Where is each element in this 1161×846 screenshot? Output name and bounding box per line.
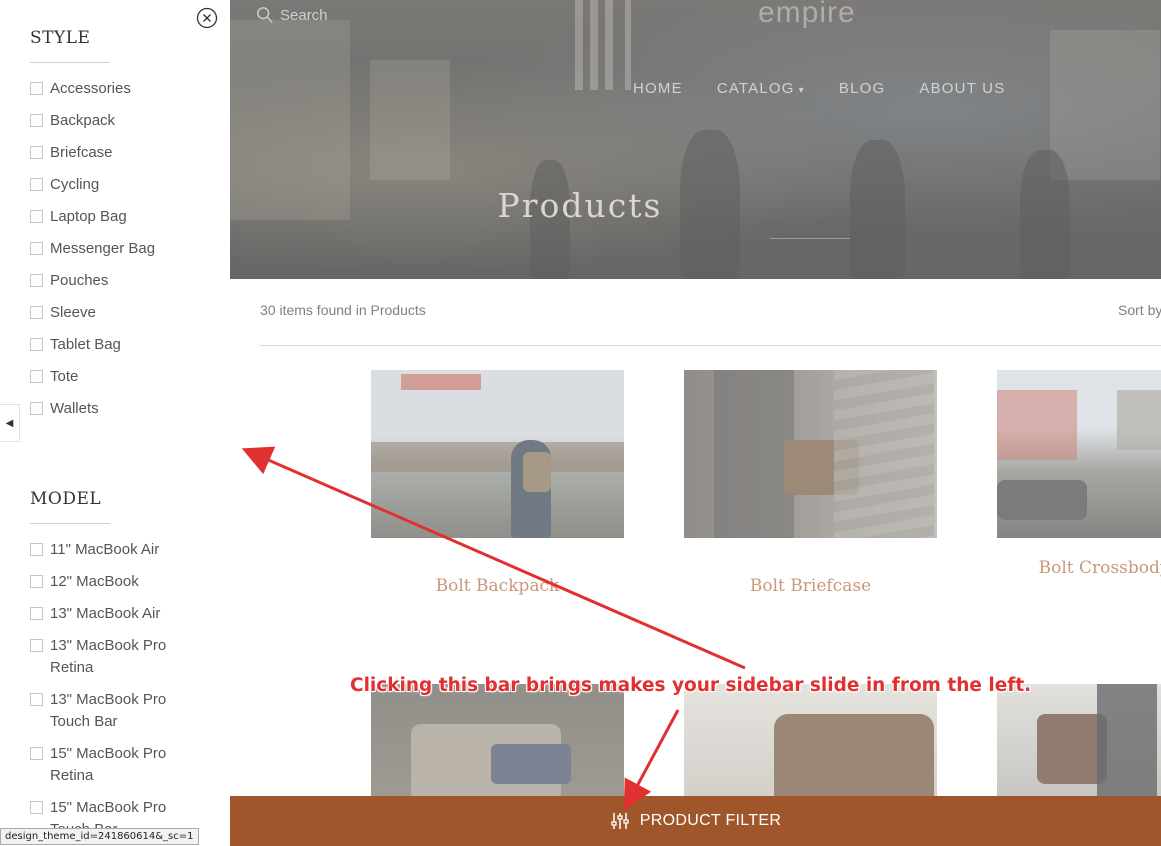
- checkbox[interactable]: [30, 82, 43, 95]
- filter-option-label: Tote: [50, 368, 79, 385]
- main-nav: HOME CATALOG ▾ BLOG ABOUT US: [633, 80, 1005, 97]
- nav-blog[interactable]: BLOG: [839, 80, 885, 97]
- checkbox[interactable]: [30, 146, 43, 159]
- filter-option-13-macbook-air[interactable]: 13" MacBook Air: [30, 603, 190, 625]
- nav-catalog-label: CATALOG: [716, 80, 795, 97]
- product-name[interactable]: Bolt Crossbody Bag: [997, 558, 1161, 579]
- checkbox[interactable]: [30, 338, 43, 351]
- filter-option-label: Wallets: [50, 400, 99, 417]
- search-icon: [257, 7, 273, 23]
- checkbox[interactable]: [30, 178, 43, 191]
- main-page: Search empire HOME CATALOG ▾ BLOG ABOUT U…: [230, 0, 1161, 846]
- product-image[interactable]: [684, 370, 937, 538]
- hero-banner: Search empire HOME CATALOG ▾ BLOG ABOUT U…: [230, 0, 1161, 279]
- checkbox[interactable]: [30, 210, 43, 223]
- filter-option-briefcase[interactable]: Briefcase: [30, 142, 190, 164]
- checkbox[interactable]: [30, 575, 43, 588]
- filter-option-tablet-bag[interactable]: Tablet Bag: [30, 334, 190, 356]
- filter-option-label: 15" MacBook Pro Retina: [50, 745, 167, 784]
- checkbox[interactable]: [30, 693, 43, 706]
- filter-option-15-macbook-pro-retina[interactable]: 15" MacBook Pro Retina: [30, 743, 190, 787]
- filter-option-label: Cycling: [50, 176, 100, 193]
- filter-option-label: 13" MacBook Air: [50, 605, 161, 622]
- checkbox[interactable]: [30, 242, 43, 255]
- sliders-icon: [611, 813, 629, 829]
- annotation-text: Clicking this bar brings makes your side…: [350, 675, 1032, 696]
- close-circle-icon[interactable]: [196, 7, 218, 29]
- nav-catalog[interactable]: CATALOG ▾: [717, 80, 805, 97]
- chevron-down-icon: ▾: [798, 85, 805, 96]
- status-url-tooltip: design_theme_id=241860614&_sc=1: [0, 828, 199, 845]
- checkbox[interactable]: [30, 274, 43, 287]
- filter-group-divider: [30, 523, 110, 524]
- product-card[interactable]: Bolt Backpack: [371, 370, 624, 596]
- checkbox[interactable]: [30, 801, 43, 814]
- filter-option-label: 13" MacBook Pro Touch Bar: [50, 691, 167, 730]
- filter-option-label: Tablet Bag: [50, 336, 121, 353]
- results-count: 30 items found in Products: [260, 302, 426, 318]
- filter-option-label: 11" MacBook Air: [50, 541, 160, 558]
- checkbox[interactable]: [30, 543, 43, 556]
- filter-sidebar: STYLE Accessories Backpack Briefcase Cyc…: [0, 0, 230, 846]
- filter-option-label: 12" MacBook: [50, 573, 139, 590]
- filter-option-cycling[interactable]: Cycling: [30, 174, 190, 196]
- filter-option-pouches[interactable]: Pouches: [30, 270, 190, 292]
- filter-option-label: 13" MacBook Pro Retina: [50, 637, 167, 676]
- checkbox[interactable]: [30, 306, 43, 319]
- filter-option-label: Accessories: [50, 80, 131, 97]
- product-filter-bar[interactable]: PRODUCT FILTER: [230, 796, 1161, 846]
- filter-option-messenger-bag[interactable]: Messenger Bag: [30, 238, 190, 260]
- checkbox[interactable]: [30, 370, 43, 383]
- nav-home[interactable]: HOME: [633, 80, 683, 97]
- search-label: Search: [280, 6, 328, 24]
- checkbox[interactable]: [30, 402, 43, 415]
- filter-option-sleeve[interactable]: Sleeve: [30, 302, 190, 324]
- product-card[interactable]: Bolt Crossbody Bag: [997, 370, 1161, 578]
- product-image[interactable]: [997, 370, 1161, 538]
- product-filter-label: PRODUCT FILTER: [639, 812, 782, 829]
- filter-option-11-macbook-air[interactable]: 11" MacBook Air: [30, 539, 190, 561]
- product-name[interactable]: Bolt Backpack: [371, 576, 624, 597]
- sort-dropdown[interactable]: Sort by: [1118, 302, 1161, 318]
- caret-left-icon: ◀: [5, 417, 14, 429]
- filter-option-12-macbook[interactable]: 12" MacBook: [30, 571, 190, 593]
- filter-option-tote[interactable]: Tote: [30, 366, 190, 388]
- filter-option-backpack[interactable]: Backpack: [30, 110, 190, 132]
- checkbox[interactable]: [30, 607, 43, 620]
- filter-group-title-model: MODEL: [30, 489, 102, 509]
- filter-option-label: Messenger Bag: [50, 240, 156, 257]
- product-name[interactable]: Bolt Briefcase: [684, 576, 937, 597]
- filter-group-divider: [30, 62, 110, 63]
- filter-group-title-style: STYLE: [30, 28, 91, 48]
- site-logo[interactable]: empire: [758, 0, 856, 30]
- sidebar-toggle-tab[interactable]: ◀: [0, 404, 20, 442]
- filter-option-label: Backpack: [50, 112, 116, 129]
- filter-option-accessories[interactable]: Accessories: [30, 78, 190, 100]
- filter-option-13-macbook-pro-touch-bar[interactable]: 13" MacBook Pro Touch Bar: [30, 689, 190, 733]
- filter-option-wallets[interactable]: Wallets: [30, 398, 190, 420]
- filter-option-label: Laptop Bag: [50, 208, 127, 225]
- checkbox[interactable]: [30, 114, 43, 127]
- product-card[interactable]: Bolt Briefcase: [684, 370, 937, 596]
- checkbox[interactable]: [30, 747, 43, 760]
- filter-option-label: Sleeve: [50, 304, 96, 321]
- nav-about[interactable]: ABOUT US: [919, 80, 1005, 97]
- product-image[interactable]: [371, 370, 624, 538]
- title-divider: [770, 238, 850, 239]
- checkbox[interactable]: [30, 639, 43, 652]
- page-title: Products: [497, 186, 663, 225]
- filter-option-laptop-bag[interactable]: Laptop Bag: [30, 206, 190, 228]
- results-divider: [260, 345, 1161, 346]
- filter-option-13-macbook-pro-retina[interactable]: 13" MacBook Pro Retina: [30, 635, 190, 679]
- filter-option-label: Briefcase: [50, 144, 113, 161]
- filter-option-label: Pouches: [50, 272, 109, 289]
- search-bar[interactable]: Search: [256, 6, 328, 24]
